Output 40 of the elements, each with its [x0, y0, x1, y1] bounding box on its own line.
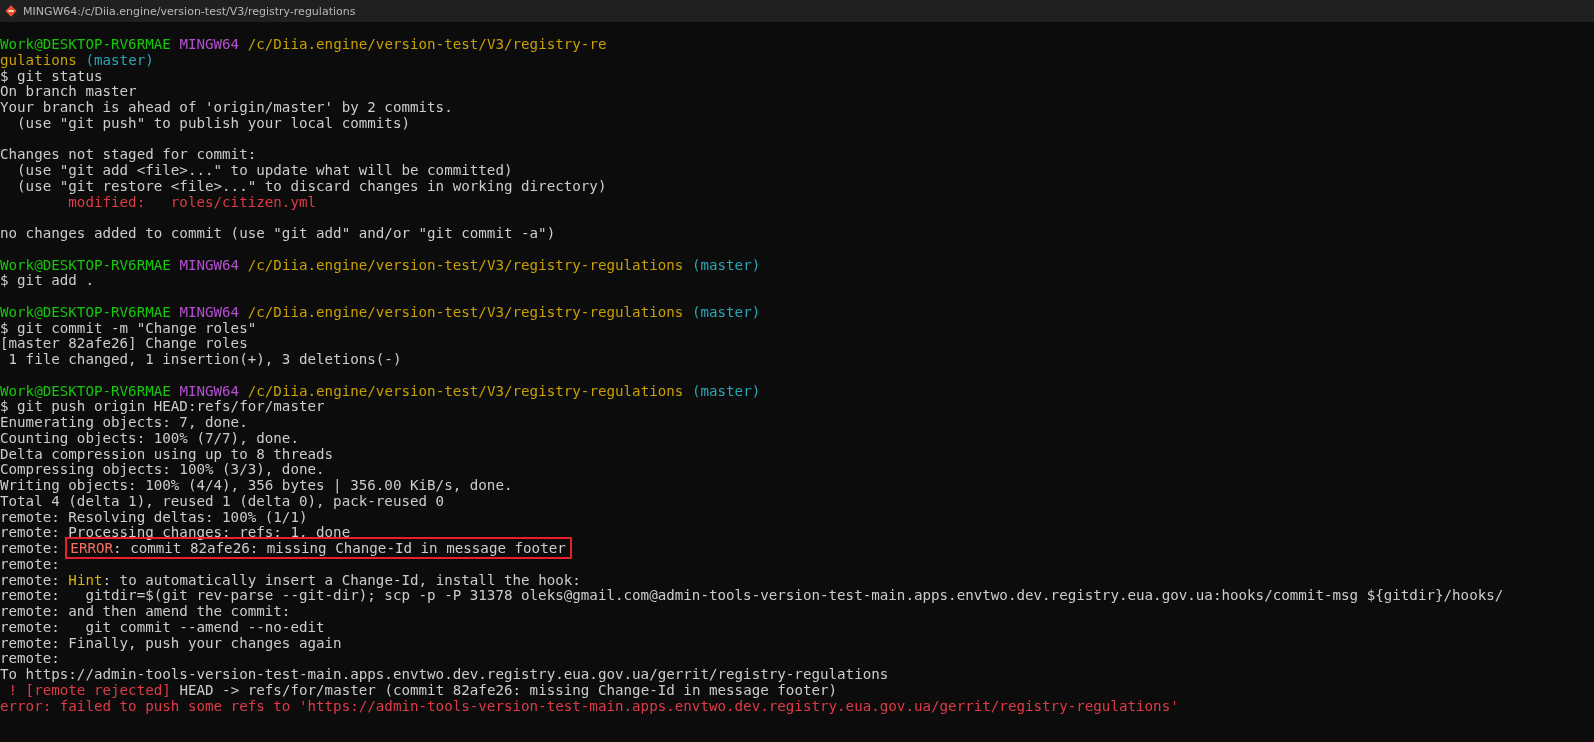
terminal-text: To https://admin-tools-version-test-main.apps.envtwo.dev.registry.eua.gov.ua/gerrit/registry-regulations	[0, 666, 889, 682]
terminal-text: Writing objects: 100% (4/4), 356 bytes | 356.00 KiB/s, done.	[0, 477, 513, 493]
terminal-text: (use "git restore <file>..." to discard changes in working directory)	[16, 177, 607, 194]
terminal-text: $ git commit -m "Change roles"	[0, 319, 257, 336]
terminal-text: Changes not staged for commit:	[0, 146, 257, 163]
terminal-text: modified: roles/citizen.yml	[68, 193, 317, 210]
terminal-text: Compressing objects: 100% (3/3), done.	[0, 461, 325, 478]
terminal-text: remote: Hint: to automatically insert a Change-Id, install the hook:	[0, 571, 581, 588]
terminal-text: Enumerating objects: 7, done.	[0, 414, 248, 430]
terminal-text: error: failed to push some refs to 'https://admin-tools-version-test-main.apps.envtwo.dev.registry.eua.gov.ua/gerrit/registry-regulations'	[0, 697, 1179, 714]
terminal-text: Total 4 (delta 1), reused 1 (delta 0), pack-reused 0	[0, 492, 445, 509]
terminal-text: [master 82afe26] Change roles	[0, 335, 248, 352]
terminal-text: remote: Finally, push your changes again	[0, 634, 342, 651]
terminal-text: ! [remote rejected] HEAD -> refs/for/master (commit 82afe26: missing Change-Id in message footer)	[7, 681, 838, 698]
terminal-text: remote: and then amend the commit:	[0, 603, 291, 619]
terminal-text: $ git push origin HEAD:refs/for/master	[0, 398, 325, 415]
terminal-text: remote: Resolving deltas: 100% (1/1)	[0, 508, 308, 525]
terminal-text: (use "git add <file>..." to update what will be committed)	[16, 162, 513, 178]
terminal-text: (use "git push" to publish your local commits)	[16, 114, 410, 131]
terminal-text: Delta compression using up to 8 threads	[0, 445, 334, 462]
terminal-text: Work@DESKTOP-RV6RMAE MINGW64 /c/Diia.engine/version-test/V3/registry-regulations (master)	[0, 303, 761, 320]
terminal-text: remote:	[0, 650, 60, 667]
terminal-text: $ git status	[0, 67, 103, 84]
terminal-text: Work@DESKTOP-RV6RMAE MINGW64 /c/Diia.engine/version-test/V3/registry-re	[0, 36, 607, 52]
terminal-text: remote: git commit --amend --no-edit	[0, 618, 325, 635]
terminal-text: remote: gitdir=$(git rev-parse --git-dir); scp -p -P 31378 oleks@gmail.com@admin-tools-version-test-main.apps.envtwo.dev.registry.eua.gov.ua:hooks/commit-msg ${gitdir}/hooks/	[0, 587, 1504, 604]
terminal-text: 1 file changed, 1 insertion(+), 3 deletions(-)	[7, 351, 402, 367]
highlight-box: ERROR: commit 82afe26: missing Change-Id in message footer	[68, 540, 569, 556]
terminal-text: On branch master	[0, 83, 137, 100]
terminal-text: Work@DESKTOP-RV6RMAE MINGW64 /c/Diia.engine/version-test/V3/registry-regulations (master)	[0, 382, 761, 399]
window-title: MINGW64:/c/Diia.engine/version-test/V3/registry-regulations	[23, 4, 356, 18]
terminal-text: $ git add .	[0, 272, 94, 289]
terminal-text: Counting objects: 100% (7/7), done.	[0, 429, 299, 446]
terminal-text: remote:	[0, 555, 60, 572]
terminal-text: Your branch is ahead of 'origin/master' by 2 commits.	[0, 99, 453, 115]
terminal-text: gulations (master)	[0, 51, 154, 68]
terminal-text: remote:	[0, 540, 61, 556]
git-diamond-icon	[5, 5, 17, 17]
terminal-text: Work@DESKTOP-RV6RMAE MINGW64 /c/Diia.engine/version-test/V3/registry-regulations (master)	[0, 256, 761, 273]
terminal-text: no changes added to commit (use "git add" and/or "git commit -a")	[0, 225, 556, 241]
